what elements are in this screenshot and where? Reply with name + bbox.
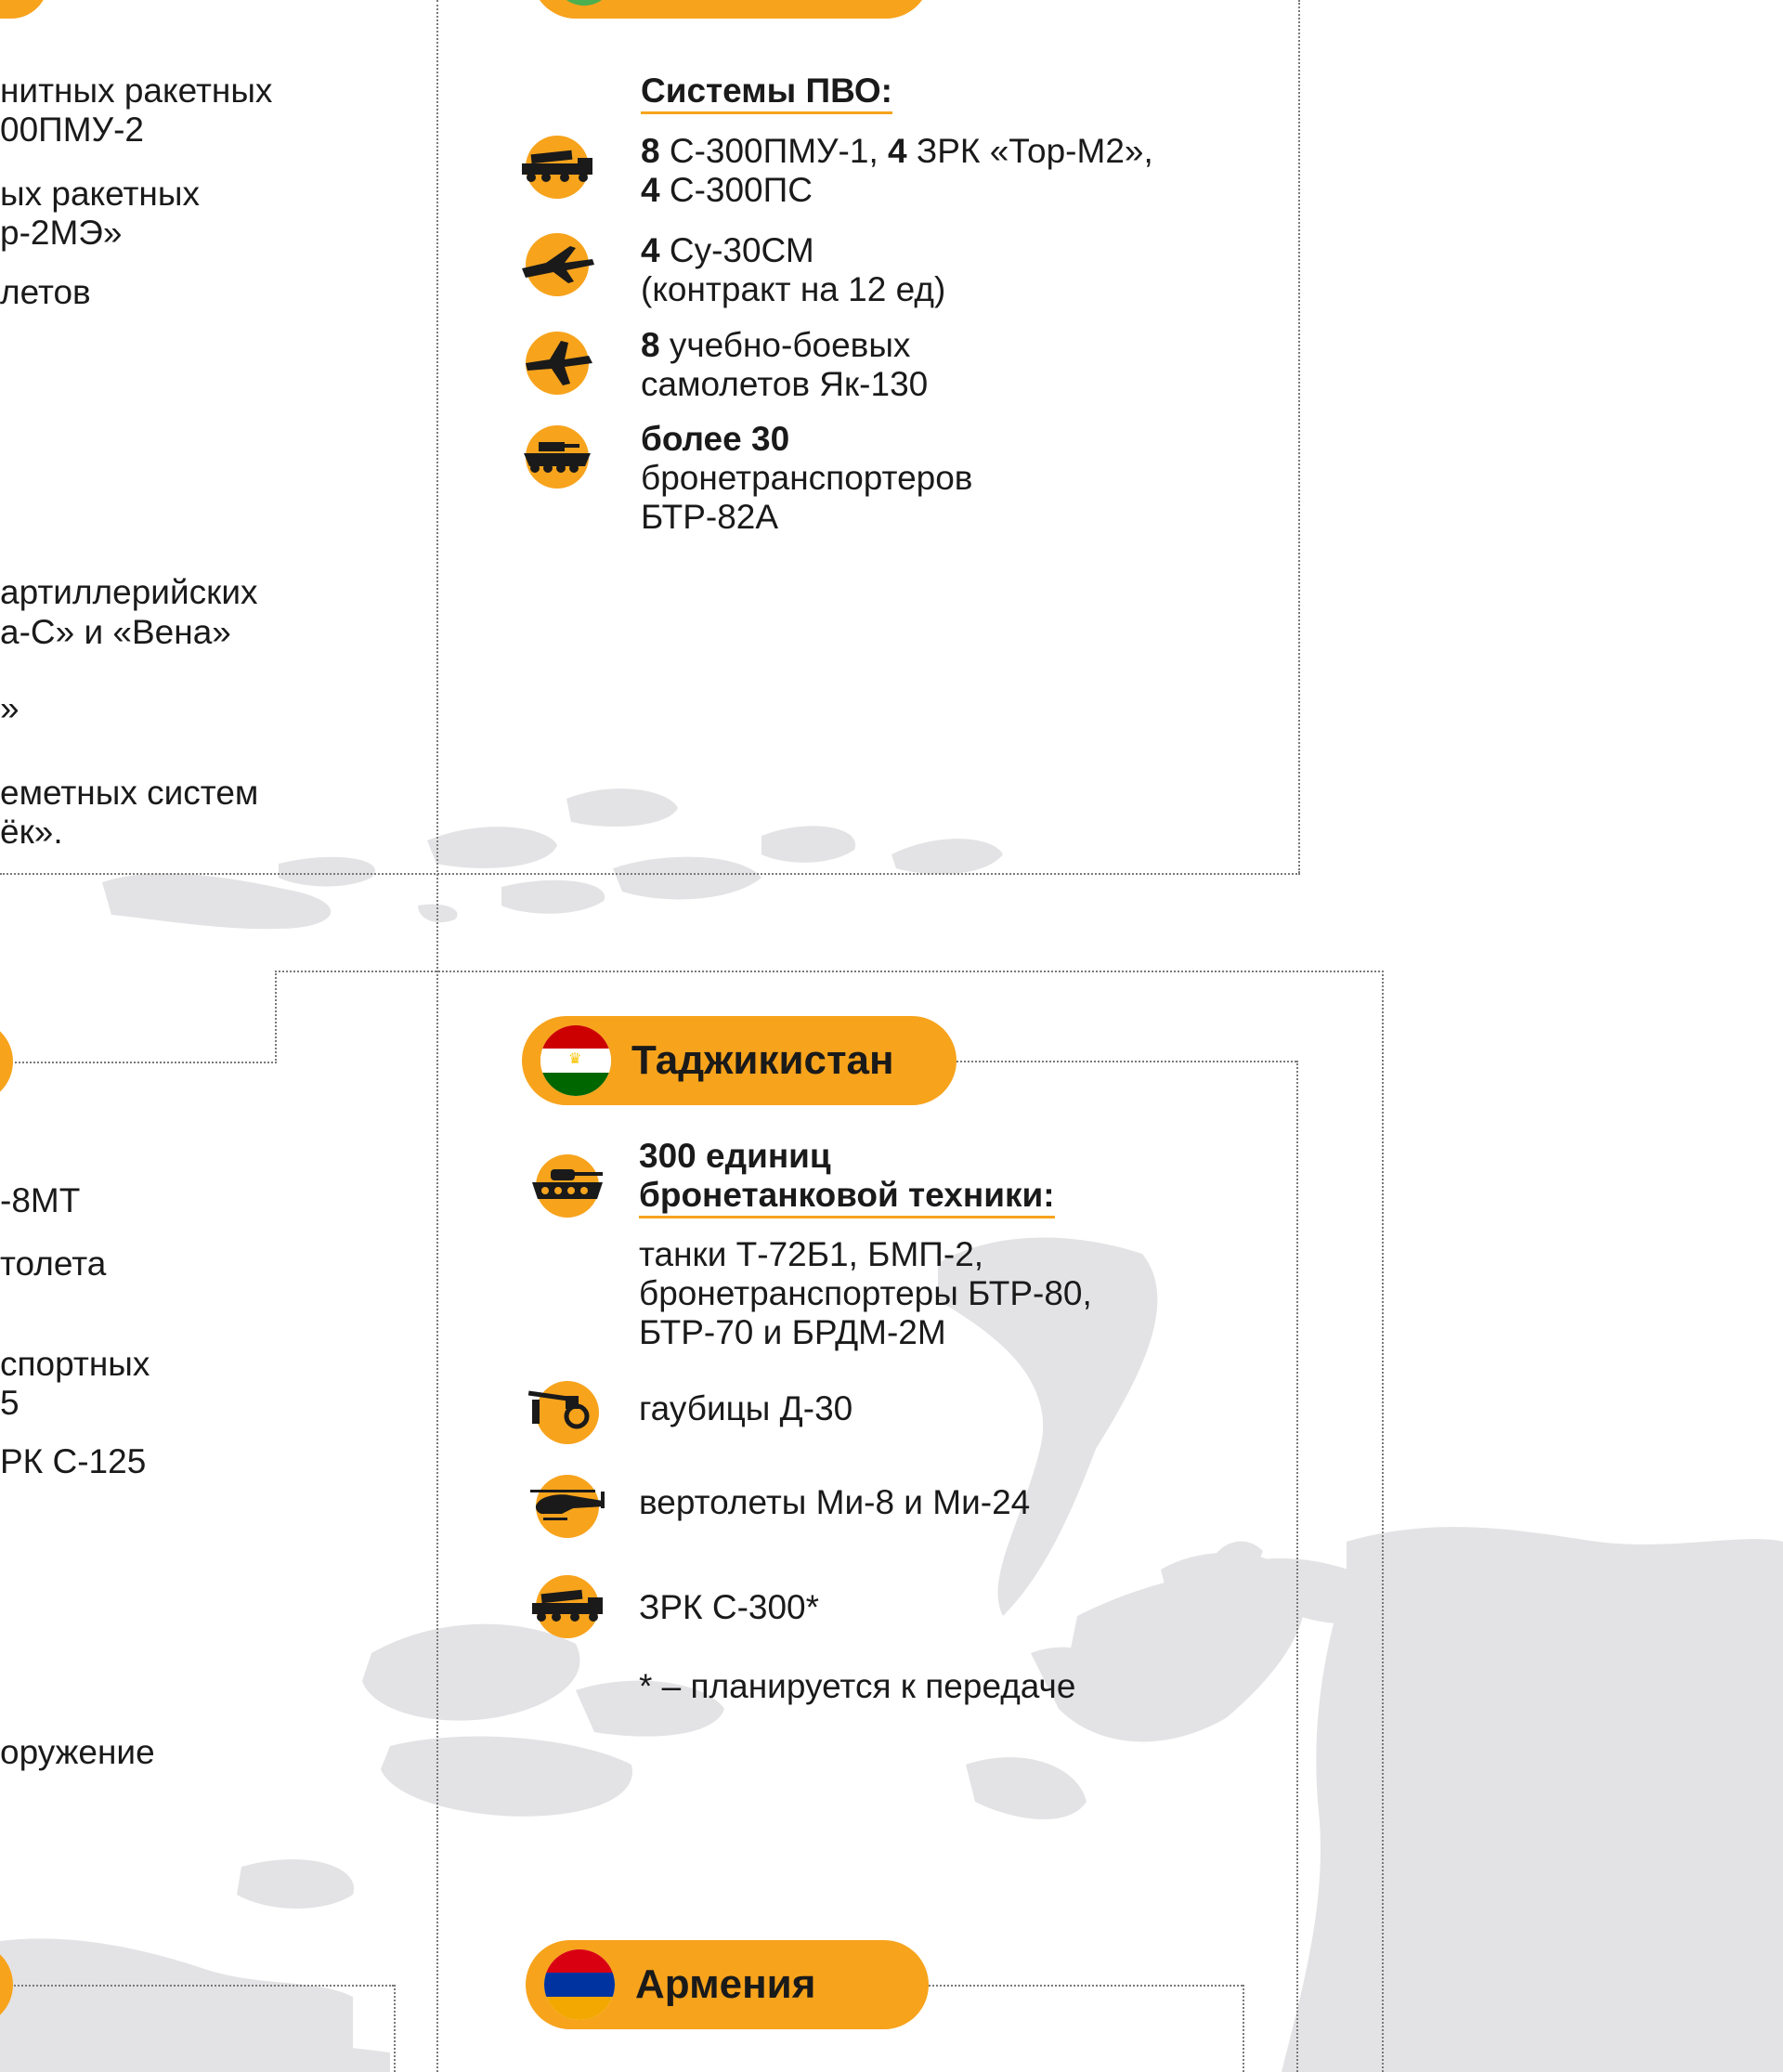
left-text-line: » (0, 689, 20, 727)
tajikistan-armor-line2: бронетранспортеры БТР-80, (639, 1274, 1092, 1312)
armenia-title: Армения (635, 1961, 816, 2007)
tajikistan-armor-heading-2: бронетанковой техники: (639, 1176, 1055, 1218)
left-text-line: -8МТ (0, 1181, 81, 1219)
left-text-line: РК С-125 (0, 1442, 147, 1480)
air-defense-item-yak130-line1: 8 учебно-боевых (641, 326, 911, 364)
air-defense-heading-text: Системы ПВО: (641, 72, 892, 114)
air-defense-heading: Системы ПВО: (641, 72, 892, 114)
tajikistan-armor-heading-1: 300 единиц (639, 1137, 831, 1175)
infographic-canvas: нитных ракетных 00ПМУ-2 ых ракетных р-2М… (0, 0, 1783, 2072)
bottom-left-frame-vertical (394, 1985, 396, 2072)
tajikistan-title: Таджикистан (631, 1037, 894, 1083)
left-text-line: 5 (0, 1384, 20, 1422)
left-text-line: ёк». (0, 813, 63, 851)
frame-top-right-vertical (1298, 0, 1300, 873)
frame-top-bottom-line (0, 873, 1300, 875)
tajikistan-armor-line1: танки Т-72Б1, БМП-2, (639, 1235, 984, 1273)
armenia-flag-icon (544, 1949, 615, 2020)
tajikistan-armor-line3: БТР-70 и БРДМ-2М (639, 1313, 946, 1351)
tajikistan-frame-right (1296, 1061, 1298, 2072)
tajikistan-helicopters: вертолеты Ми-8 и Ми-24 (639, 1483, 1031, 1521)
left-text-line: а-С» и «Вена» (0, 613, 231, 651)
frame-mid-left-vertical (275, 971, 277, 1063)
left-text-line: оружение (0, 1733, 155, 1771)
air-defense-item-sam-line2: 4 С-300ПС (641, 171, 813, 209)
air-defense-item-su30-line2: (контракт на 12 ед) (641, 270, 946, 308)
frame-mid-left-connector (0, 1062, 277, 1063)
tajikistan-connector-line (957, 1061, 1296, 1062)
helicopter-icon (530, 1475, 605, 1538)
tajikistan-flag-icon: ♛ (540, 1025, 611, 1096)
frame-mid-right-vertical (1382, 971, 1384, 2072)
air-defense-item-apc-line1: бронетранспортеров (641, 459, 973, 497)
sam-launcher-truck-icon (522, 136, 592, 199)
apc-icon (524, 425, 591, 489)
armenia-connector-line (929, 1985, 1243, 1987)
left-text-line: летов (0, 273, 91, 311)
air-defense-item-apc-bold: более 30 (641, 420, 790, 458)
left-text-line: 00ПМУ-2 (0, 111, 144, 149)
left-text-line: спортных (0, 1345, 150, 1383)
air-defense-item-apc-line2: БТР-82А (641, 498, 779, 536)
armenia-frame-right (1243, 1985, 1244, 2072)
sam-launcher-icon (532, 1575, 603, 1638)
left-text-line: еметных систем (0, 774, 259, 812)
tajikistan-footnote: * – планируется к передаче (639, 1667, 1076, 1705)
air-defense-item-sam-line1: 8 С-300ПМУ-1, 4 ЗРК «Тор-М2», (641, 132, 1153, 170)
tajikistan-howitzers: гаубицы Д-30 (639, 1389, 853, 1427)
air-defense-item-yak130-line2: самолетов Як-130 (641, 365, 929, 403)
bottom-left-frame-line (0, 1985, 394, 1987)
howitzer-icon (528, 1381, 599, 1444)
armenia-header-pill: Армения (526, 1940, 929, 2029)
left-text-line: нитных ракетных (0, 72, 273, 110)
tajikistan-header-pill: ♛ Таджикистан (522, 1016, 957, 1105)
left-text-line: толета (0, 1245, 107, 1283)
left-text-line: артиллерийских (0, 573, 258, 611)
trainer-jet-icon (526, 332, 592, 395)
left-text-line: ых ракетных (0, 175, 200, 213)
fighter-jet-icon (522, 233, 594, 296)
tajikistan-sam: ЗРК С-300* (639, 1588, 820, 1626)
air-defense-item-su30-line1: 4 Су-30СМ (641, 231, 814, 269)
left-text-line: р-2МЭ» (0, 214, 123, 252)
tank-icon (532, 1154, 603, 1218)
frame-mid-top-line (275, 971, 1384, 972)
divider-vertical-left (436, 0, 438, 2072)
